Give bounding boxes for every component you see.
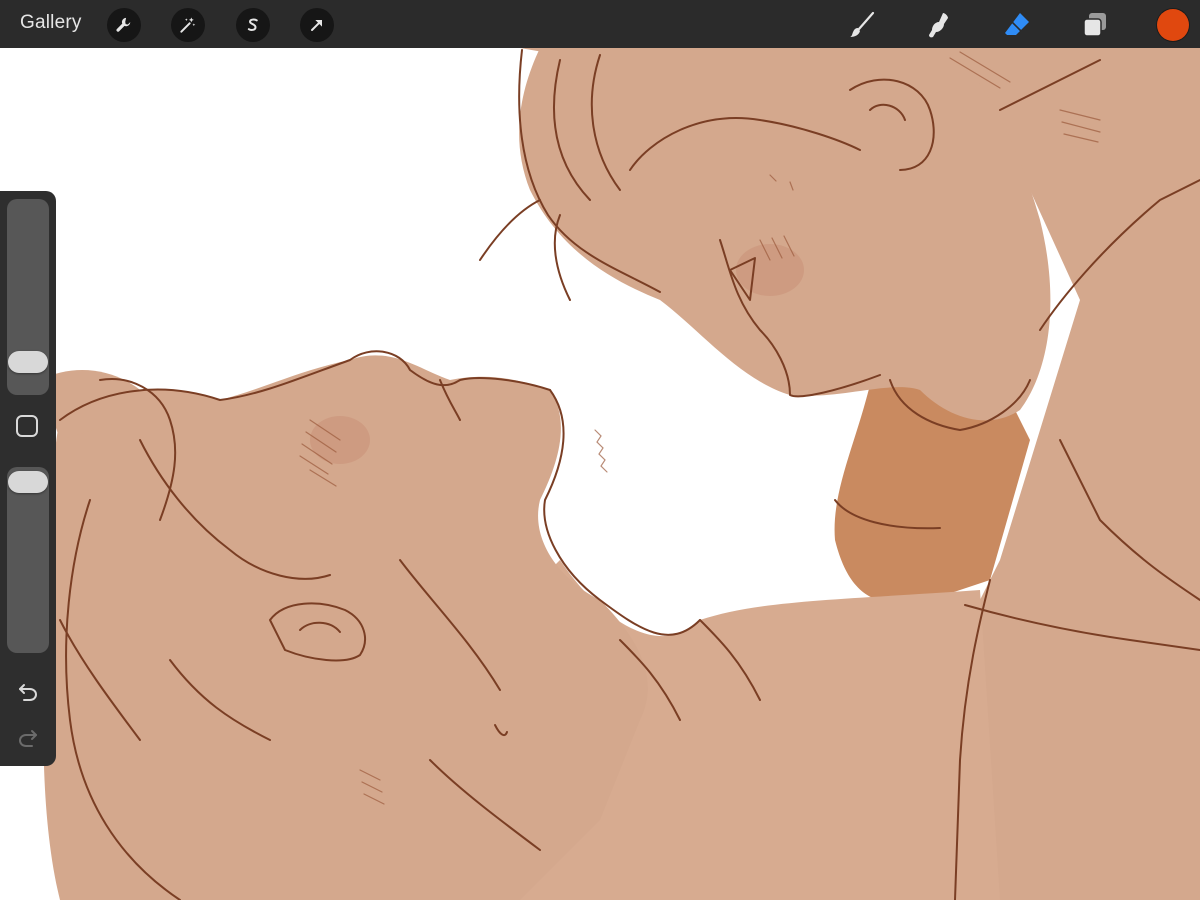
- layers-button[interactable]: [1078, 8, 1112, 42]
- layers-icon: [1083, 13, 1106, 37]
- modify-button[interactable]: [16, 415, 38, 437]
- top-toolbar: Gallery: [0, 0, 1200, 48]
- selection-icon: [247, 18, 258, 32]
- artwork-illustration: [40, 48, 1200, 900]
- selection-button[interactable]: [236, 8, 270, 42]
- color-picker-button[interactable]: [1157, 9, 1189, 41]
- drawing-canvas[interactable]: [0, 48, 1200, 900]
- actions-button[interactable]: [107, 8, 141, 42]
- redo-icon: [18, 730, 37, 747]
- wrench-icon: [116, 17, 131, 32]
- brush-icon: [850, 11, 875, 37]
- opacity-slider[interactable]: [7, 467, 49, 653]
- transform-arrow-icon: [311, 20, 322, 31]
- undo-icon: [19, 684, 38, 701]
- eraser-icon: [1005, 13, 1029, 35]
- opacity-thumb[interactable]: [8, 471, 48, 494]
- undo-button[interactable]: [14, 678, 42, 706]
- transform-button[interactable]: [300, 8, 334, 42]
- redo-button[interactable]: [14, 724, 42, 752]
- erase-button[interactable]: [1000, 8, 1034, 42]
- smudge-button[interactable]: [922, 8, 956, 42]
- brush-size-thumb[interactable]: [8, 351, 48, 374]
- magic-wand-icon: [180, 17, 196, 33]
- brush-size-slider[interactable]: [7, 199, 49, 395]
- gallery-button[interactable]: Gallery: [20, 12, 82, 34]
- paint-button[interactable]: [845, 8, 879, 42]
- left-sidebar: [0, 191, 56, 766]
- smudge-icon: [929, 13, 948, 38]
- adjustments-button[interactable]: [171, 8, 205, 42]
